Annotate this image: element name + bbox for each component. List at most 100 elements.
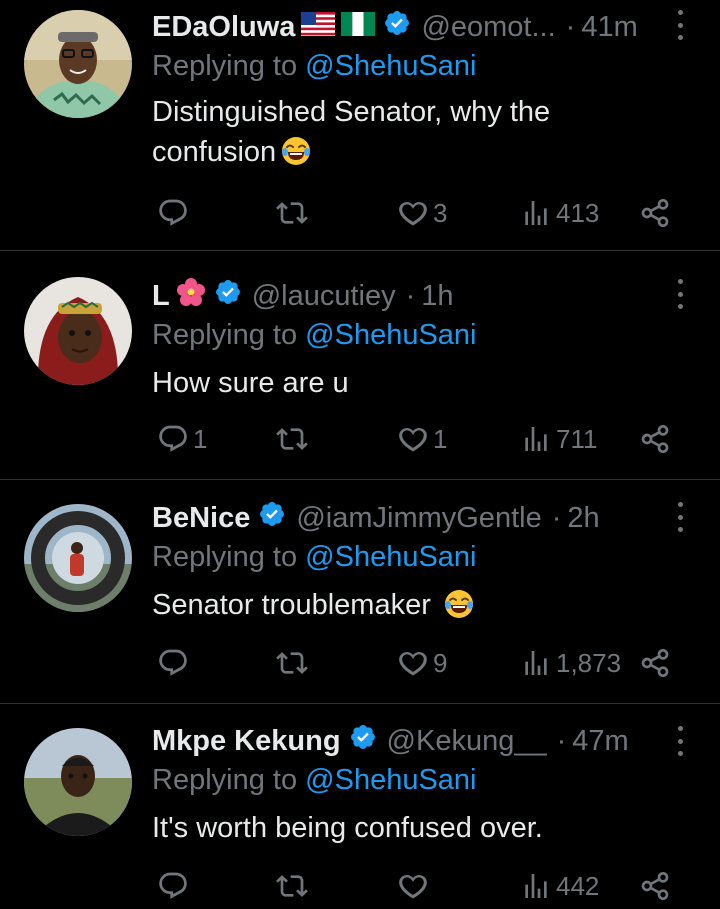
like-button[interactable]: 3 xyxy=(397,193,447,233)
separator-dot: · xyxy=(565,10,576,43)
like-button[interactable]: 1 xyxy=(397,419,447,459)
more-icon[interactable] xyxy=(670,502,690,532)
mention-link[interactable]: @ShehuSani xyxy=(305,764,476,796)
separator-dot: · xyxy=(405,279,416,312)
replying-to: Replying to @ShehuSani xyxy=(152,764,477,797)
tweet-card[interactable]: Mkpe Kekung @Kekung__ · 47m Replying to … xyxy=(0,704,720,909)
action-bar: 442 xyxy=(0,866,720,906)
more-icon[interactable] xyxy=(670,279,690,309)
mention-link[interactable]: @ShehuSani xyxy=(305,319,476,351)
display-name[interactable]: BeNice xyxy=(152,502,250,535)
timestamp[interactable]: 2h xyxy=(567,502,599,535)
like-icon xyxy=(397,423,429,455)
share-icon xyxy=(639,197,671,229)
timestamp[interactable]: 1h xyxy=(421,280,453,313)
tweet-text: How sure are u xyxy=(152,363,640,403)
views-button[interactable]: 442 xyxy=(520,866,599,906)
laughing-emoji-icon xyxy=(443,588,475,631)
verified-badge-icon xyxy=(383,9,411,45)
replying-to: Replying to @ShehuSani xyxy=(152,541,477,574)
action-bar: 9 1,873 xyxy=(0,643,720,683)
avatar-image-icon xyxy=(24,10,132,118)
share-button[interactable] xyxy=(639,866,671,906)
reply-button[interactable] xyxy=(157,643,193,683)
avatar[interactable] xyxy=(24,504,132,612)
tweet-text: Distinguished Senator, why the confusion xyxy=(152,92,640,178)
share-button[interactable] xyxy=(639,193,671,233)
hibiscus-emoji-icon xyxy=(176,277,206,315)
views-count: 1,873 xyxy=(556,647,622,678)
views-count: 711 xyxy=(556,423,598,454)
tweet-card[interactable]: EDaOluwa @eomot... · 41m Replying to @Sh… xyxy=(0,0,720,251)
verified-badge-icon xyxy=(258,500,286,536)
views-count: 442 xyxy=(556,870,600,901)
avatar[interactable] xyxy=(24,277,132,385)
retweet-button[interactable] xyxy=(276,866,312,906)
like-icon xyxy=(397,647,429,679)
tweet-text-content: Senator troublemaker xyxy=(152,589,439,621)
avatar[interactable] xyxy=(24,728,132,836)
tweet-text-content: It's worth being confused over. xyxy=(152,812,543,844)
timestamp[interactable]: 47m xyxy=(572,725,628,758)
more-icon[interactable] xyxy=(670,10,690,40)
separator-dot: · xyxy=(551,501,562,534)
more-icon[interactable] xyxy=(670,726,690,756)
like-button[interactable] xyxy=(397,866,433,906)
share-icon xyxy=(639,423,671,455)
retweet-icon xyxy=(276,197,308,229)
tweet-text: Senator troublemaker xyxy=(152,585,640,631)
display-name[interactable]: L xyxy=(152,280,170,313)
action-bar: 1 1 711 xyxy=(0,419,720,459)
retweet-button[interactable] xyxy=(276,419,312,459)
user-handle[interactable]: @laucutiey xyxy=(252,280,396,313)
tweet-text-content: How sure are u xyxy=(152,367,349,399)
views-button[interactable]: 413 xyxy=(520,193,599,233)
tweet-card[interactable]: BeNice @iamJimmyGentle · 2h Replying to … xyxy=(0,480,720,704)
timestamp[interactable]: 41m xyxy=(581,11,637,44)
views-button[interactable]: 1,873 xyxy=(520,643,621,683)
share-icon xyxy=(639,870,671,902)
reply-icon xyxy=(157,870,189,902)
reply-count: 1 xyxy=(193,423,208,454)
display-name[interactable]: Mkpe Kekung xyxy=(152,725,341,758)
verified-badge-icon xyxy=(349,723,377,759)
avatar-image-icon xyxy=(24,728,132,836)
reply-icon xyxy=(157,647,189,679)
retweet-icon xyxy=(276,647,308,679)
reply-icon xyxy=(157,197,189,229)
replying-to: Replying to @ShehuSani xyxy=(152,50,477,83)
reply-button[interactable]: 1 xyxy=(157,419,207,459)
tweet-text: It's worth being confused over. xyxy=(152,808,640,848)
reply-button[interactable] xyxy=(157,193,193,233)
mention-link[interactable]: @ShehuSani xyxy=(305,50,476,82)
share-button[interactable] xyxy=(639,419,671,459)
replying-to-prefix: Replying to xyxy=(152,50,306,82)
retweet-button[interactable] xyxy=(276,643,312,683)
us-flag-icon xyxy=(301,11,336,44)
views-icon xyxy=(520,423,552,455)
avatar-image-icon xyxy=(24,504,132,612)
like-count: 3 xyxy=(433,197,448,228)
retweet-button[interactable] xyxy=(276,193,312,233)
like-count: 9 xyxy=(433,647,448,678)
like-icon xyxy=(397,870,429,902)
avatar[interactable] xyxy=(24,10,132,118)
display-name[interactable]: EDaOluwa xyxy=(152,11,295,44)
user-handle[interactable]: @eomot... xyxy=(421,11,555,44)
like-button[interactable]: 9 xyxy=(397,643,447,683)
views-button[interactable]: 711 xyxy=(520,419,597,459)
share-icon xyxy=(639,647,671,679)
views-icon xyxy=(520,647,552,679)
tweet-card[interactable]: L @laucutiey · 1h Replying to @ShehuSani… xyxy=(0,251,720,480)
reply-button[interactable] xyxy=(157,866,193,906)
tweet-text-content: Distinguished Senator, why the confusion xyxy=(152,96,551,168)
share-button[interactable] xyxy=(639,643,671,683)
ng-flag-icon xyxy=(341,11,376,44)
views-icon xyxy=(520,870,552,902)
replying-to: Replying to @ShehuSani xyxy=(152,319,477,352)
mention-link[interactable]: @ShehuSani xyxy=(305,541,476,573)
avatar-image-icon xyxy=(24,277,132,385)
user-handle[interactable]: @Kekung__ xyxy=(387,725,547,758)
user-handle[interactable]: @iamJimmyGentle xyxy=(296,502,541,535)
retweet-icon xyxy=(276,423,308,455)
